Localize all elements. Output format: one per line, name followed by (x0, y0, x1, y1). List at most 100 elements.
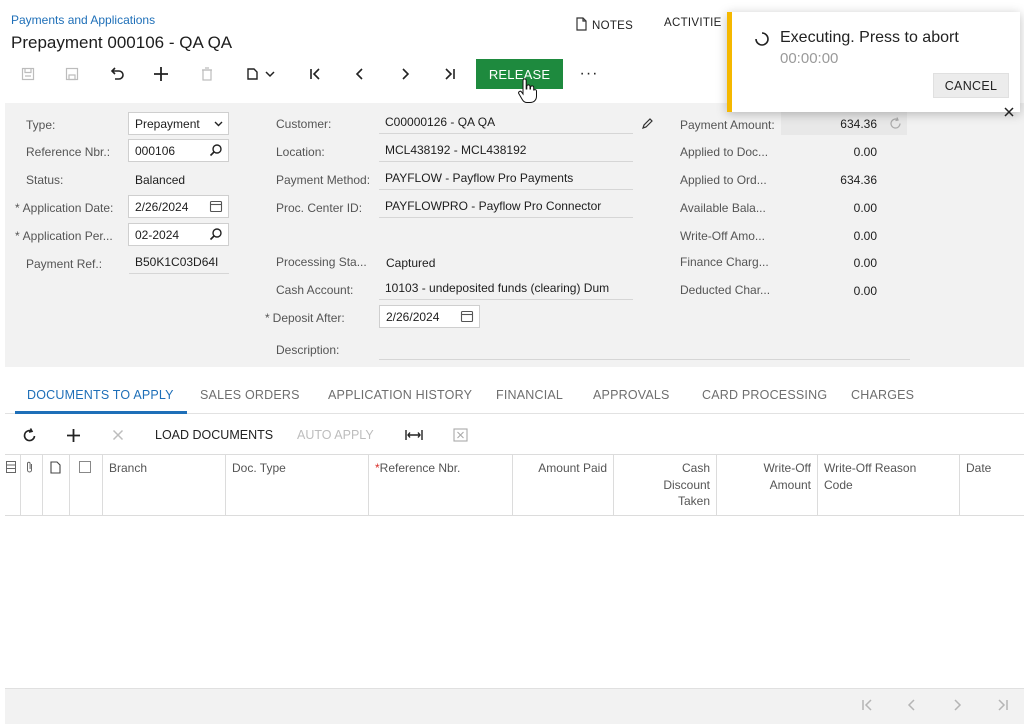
copy-paste-icon (247, 68, 258, 80)
executing-toast: Executing. Press to abort 00:00:00 CANCE… (727, 12, 1020, 112)
save-close-button[interactable] (14, 58, 42, 90)
appper-value: 02-2024 (135, 227, 180, 242)
last-record-button[interactable] (436, 58, 464, 90)
load-documents-button[interactable]: LOAD DOCUMENTS (155, 418, 273, 452)
search-icon[interactable] (209, 227, 223, 241)
activities-label: ACTIVITIE (664, 17, 722, 29)
grid-add-row-button[interactable] (61, 418, 85, 452)
spinner-icon (754, 31, 770, 50)
tab-charges[interactable]: CHARGES (851, 388, 914, 402)
customer-field[interactable]: C00000126 - QA QA (379, 112, 633, 134)
refresh-icon[interactable] (889, 117, 902, 133)
attachment-column[interactable] (21, 455, 43, 516)
activities-link[interactable]: ACTIVITIE (664, 17, 722, 29)
payment-amount-label: Payment Amount: (680, 118, 775, 132)
branch-column-header[interactable]: Branch (103, 455, 226, 516)
plus-icon (154, 67, 168, 81)
last-icon (445, 68, 455, 80)
add-button[interactable] (147, 58, 175, 90)
writeoff-value: 0.00 (853, 229, 877, 243)
grid-refresh-button[interactable] (17, 418, 41, 452)
toast-message: Executing. Press to abort (780, 29, 959, 46)
delete-button[interactable] (193, 58, 221, 90)
grid-toolbar: LOAD DOCUMENTS AUTO APPLY (5, 418, 1024, 452)
payment-amount-field[interactable]: 634.36 (781, 112, 907, 135)
row-selector-column[interactable] (5, 455, 21, 516)
pencil-icon[interactable] (641, 117, 654, 133)
fit-width-icon (405, 430, 423, 440)
cancel-button[interactable]: CANCEL (933, 73, 1009, 98)
save-button[interactable] (58, 58, 86, 90)
excel-icon (452, 428, 468, 442)
depositafter-field[interactable]: 2/26/2024 (379, 305, 480, 328)
copy-paste-button[interactable] (238, 58, 282, 90)
proccenter-field[interactable]: PAYFLOWPRO - Payflow Pro Connector (379, 196, 633, 218)
appdate-value: 2/26/2024 (135, 199, 189, 214)
paymethod-field[interactable]: PAYFLOW - Payflow Pro Payments (379, 168, 633, 190)
grid-delete-row-button[interactable] (106, 418, 130, 452)
next-page-button[interactable] (951, 698, 963, 712)
payment-amount-value: 634.36 (840, 117, 877, 131)
undo-button[interactable] (103, 58, 131, 90)
description-label: Description: (276, 343, 340, 357)
ref-nbr-column-header[interactable]: *Reference Nbr. (369, 455, 513, 516)
save-icon (65, 67, 79, 81)
chevron-right-icon (402, 68, 410, 80)
payref-field[interactable]: B50K1C03D64I (129, 252, 229, 274)
notes-column[interactable] (43, 455, 70, 516)
fit-columns-button[interactable] (402, 418, 426, 452)
description-field[interactable] (379, 338, 910, 360)
tab-approvals[interactable]: APPROVALS (593, 388, 670, 402)
calendar-icon[interactable] (209, 199, 223, 213)
export-excel-button[interactable] (448, 418, 472, 452)
applied-ord-value: 634.36 (840, 173, 877, 187)
page-title: Prepayment 000106 - QA QA (11, 33, 233, 52)
tab-financial[interactable]: FINANCIAL (496, 388, 563, 402)
tab-card-processing[interactable]: CARD PROCESSING (702, 388, 827, 402)
proccenter-label: Proc. Center ID: (276, 201, 363, 215)
tab-sales-orders[interactable]: SALES ORDERS (200, 388, 300, 402)
appdate-field[interactable]: 2/26/2024 (128, 195, 229, 218)
deducted-value: 0.00 (853, 284, 877, 298)
deducted-label: Deducted Char... (680, 283, 771, 297)
select-all-column[interactable] (70, 455, 103, 516)
document-icon (50, 461, 61, 474)
refnbr-field[interactable]: 000106 (128, 139, 229, 162)
date-column-header[interactable]: Date (960, 455, 1024, 516)
first-page-button[interactable] (860, 698, 874, 712)
auto-apply-button[interactable]: AUTO APPLY (297, 418, 374, 452)
first-record-button[interactable] (301, 58, 329, 90)
next-record-button[interactable] (391, 58, 419, 90)
cashacct-field[interactable]: 10103 - undeposited funds (clearing) Dum (379, 278, 633, 300)
notes-label: NOTES (592, 19, 634, 32)
search-icon[interactable] (209, 143, 223, 157)
last-page-button[interactable] (996, 698, 1010, 712)
location-field[interactable]: MCL438192 - MCL438192 (379, 140, 633, 162)
tab-documents-to-apply[interactable]: DOCUMENTS TO APPLY (27, 388, 174, 402)
appper-field[interactable]: 02-2024 (128, 223, 229, 246)
checkbox-icon (79, 461, 91, 473)
writeoff-amount-column-header[interactable]: Write-Off Amount (717, 455, 818, 516)
previous-record-button[interactable] (346, 58, 374, 90)
breadcrumb[interactable]: Payments and Applications (11, 13, 155, 27)
previous-page-button[interactable] (906, 698, 918, 712)
notes-link[interactable]: NOTES (575, 17, 633, 34)
calendar-icon[interactable] (460, 309, 474, 323)
cash-discount-column-header[interactable]: Cash Discount Taken (614, 455, 717, 516)
refnbr-value: 000106 (135, 143, 176, 158)
appdate-label: * Application Date: (15, 201, 114, 215)
first-icon (862, 699, 872, 711)
procstatus-value: Captured (386, 256, 436, 270)
active-tab-indicator (15, 411, 187, 414)
writeoff-reason-column-header[interactable]: Write-Off Reason Code (818, 455, 960, 516)
tab-application-history[interactable]: APPLICATION HISTORY (328, 388, 472, 402)
close-icon[interactable] (1004, 104, 1014, 120)
amount-paid-column-header[interactable]: Amount Paid (513, 455, 614, 516)
type-value: Prepayment (135, 116, 200, 131)
chevron-down-icon (214, 121, 223, 127)
chevron-down-icon (265, 71, 275, 78)
more-actions-button[interactable]: ··· (577, 58, 601, 90)
doc-type-column-header[interactable]: Doc. Type (226, 455, 369, 516)
type-select[interactable]: Prepayment (128, 112, 229, 135)
finance-value: 0.00 (853, 256, 877, 270)
